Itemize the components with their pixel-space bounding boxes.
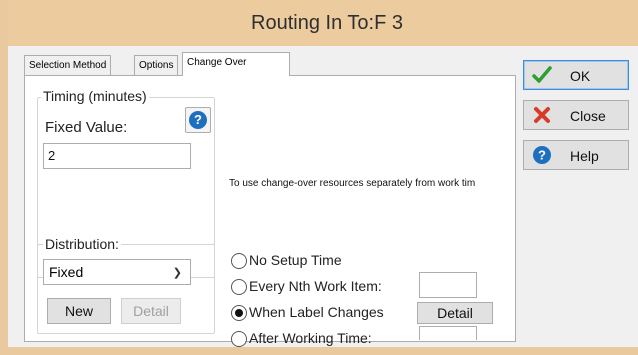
changeover-info-text: To use change-over resources separately … bbox=[229, 178, 476, 189]
check-icon bbox=[532, 66, 552, 83]
no-setup-time-label: No Setup Time bbox=[249, 252, 342, 268]
tab-change-over[interactable]: Change Over bbox=[182, 52, 290, 76]
chevron-down-icon: ❯ bbox=[172, 267, 182, 279]
window-title: Routing In To:F 3 bbox=[251, 12, 403, 34]
help-button-label: Help bbox=[570, 148, 599, 164]
label-changes-detail-button[interactable]: Detail bbox=[417, 302, 493, 324]
radio-every-nth-work-item[interactable] bbox=[231, 279, 247, 295]
distribution-label: Distribution: bbox=[43, 236, 121, 252]
radio-after-working-time[interactable] bbox=[231, 331, 247, 347]
dialog-window: Routing In To:F 3 Selection Method Optio… bbox=[0, 0, 638, 355]
timing-group-label: Timing (minutes) bbox=[41, 88, 149, 104]
radio-when-label-changes[interactable] bbox=[231, 305, 247, 321]
when-label-changes-label: When Label Changes bbox=[249, 304, 384, 320]
tab-options[interactable]: Options bbox=[134, 55, 179, 75]
working-time-input[interactable] bbox=[419, 326, 477, 340]
close-button[interactable]: Close bbox=[523, 100, 629, 130]
nth-work-item-input[interactable] bbox=[419, 272, 477, 298]
svg-text:?: ? bbox=[538, 148, 546, 163]
ok-button-label: OK bbox=[570, 68, 591, 84]
dialog-client-area: Selection Method Options Change Over Tim… bbox=[16, 46, 638, 347]
title-bar: Routing In To:F 3 bbox=[8, 0, 638, 46]
timing-help-button[interactable]: ? bbox=[185, 107, 211, 133]
help-icon: ? bbox=[189, 111, 207, 129]
every-nth-work-item-label: Every Nth Work Item: bbox=[249, 278, 382, 294]
new-distribution-button[interactable]: New bbox=[47, 298, 111, 324]
red-x-icon bbox=[534, 107, 550, 123]
distribution-detail-button[interactable]: Detail bbox=[121, 298, 181, 324]
ok-button[interactable]: OK bbox=[523, 60, 629, 90]
after-working-time-label: After Working Time: bbox=[249, 330, 372, 346]
radio-no-setup-time[interactable] bbox=[231, 253, 247, 269]
tab-selection-method[interactable]: Selection Method bbox=[24, 55, 112, 75]
help-icon: ? bbox=[533, 146, 551, 164]
distribution-select[interactable]: Fixed ❯ bbox=[43, 259, 191, 285]
fixed-value-label: Fixed Value: bbox=[45, 119, 128, 136]
change-over-panel: Timing (minutes) Fixed Value: ? 2 Distri… bbox=[24, 75, 516, 347]
close-button-label: Close bbox=[570, 108, 606, 124]
help-button[interactable]: ? Help bbox=[523, 140, 629, 170]
distribution-selected-value: Fixed bbox=[49, 264, 84, 280]
fixed-value-input[interactable]: 2 bbox=[43, 143, 191, 169]
